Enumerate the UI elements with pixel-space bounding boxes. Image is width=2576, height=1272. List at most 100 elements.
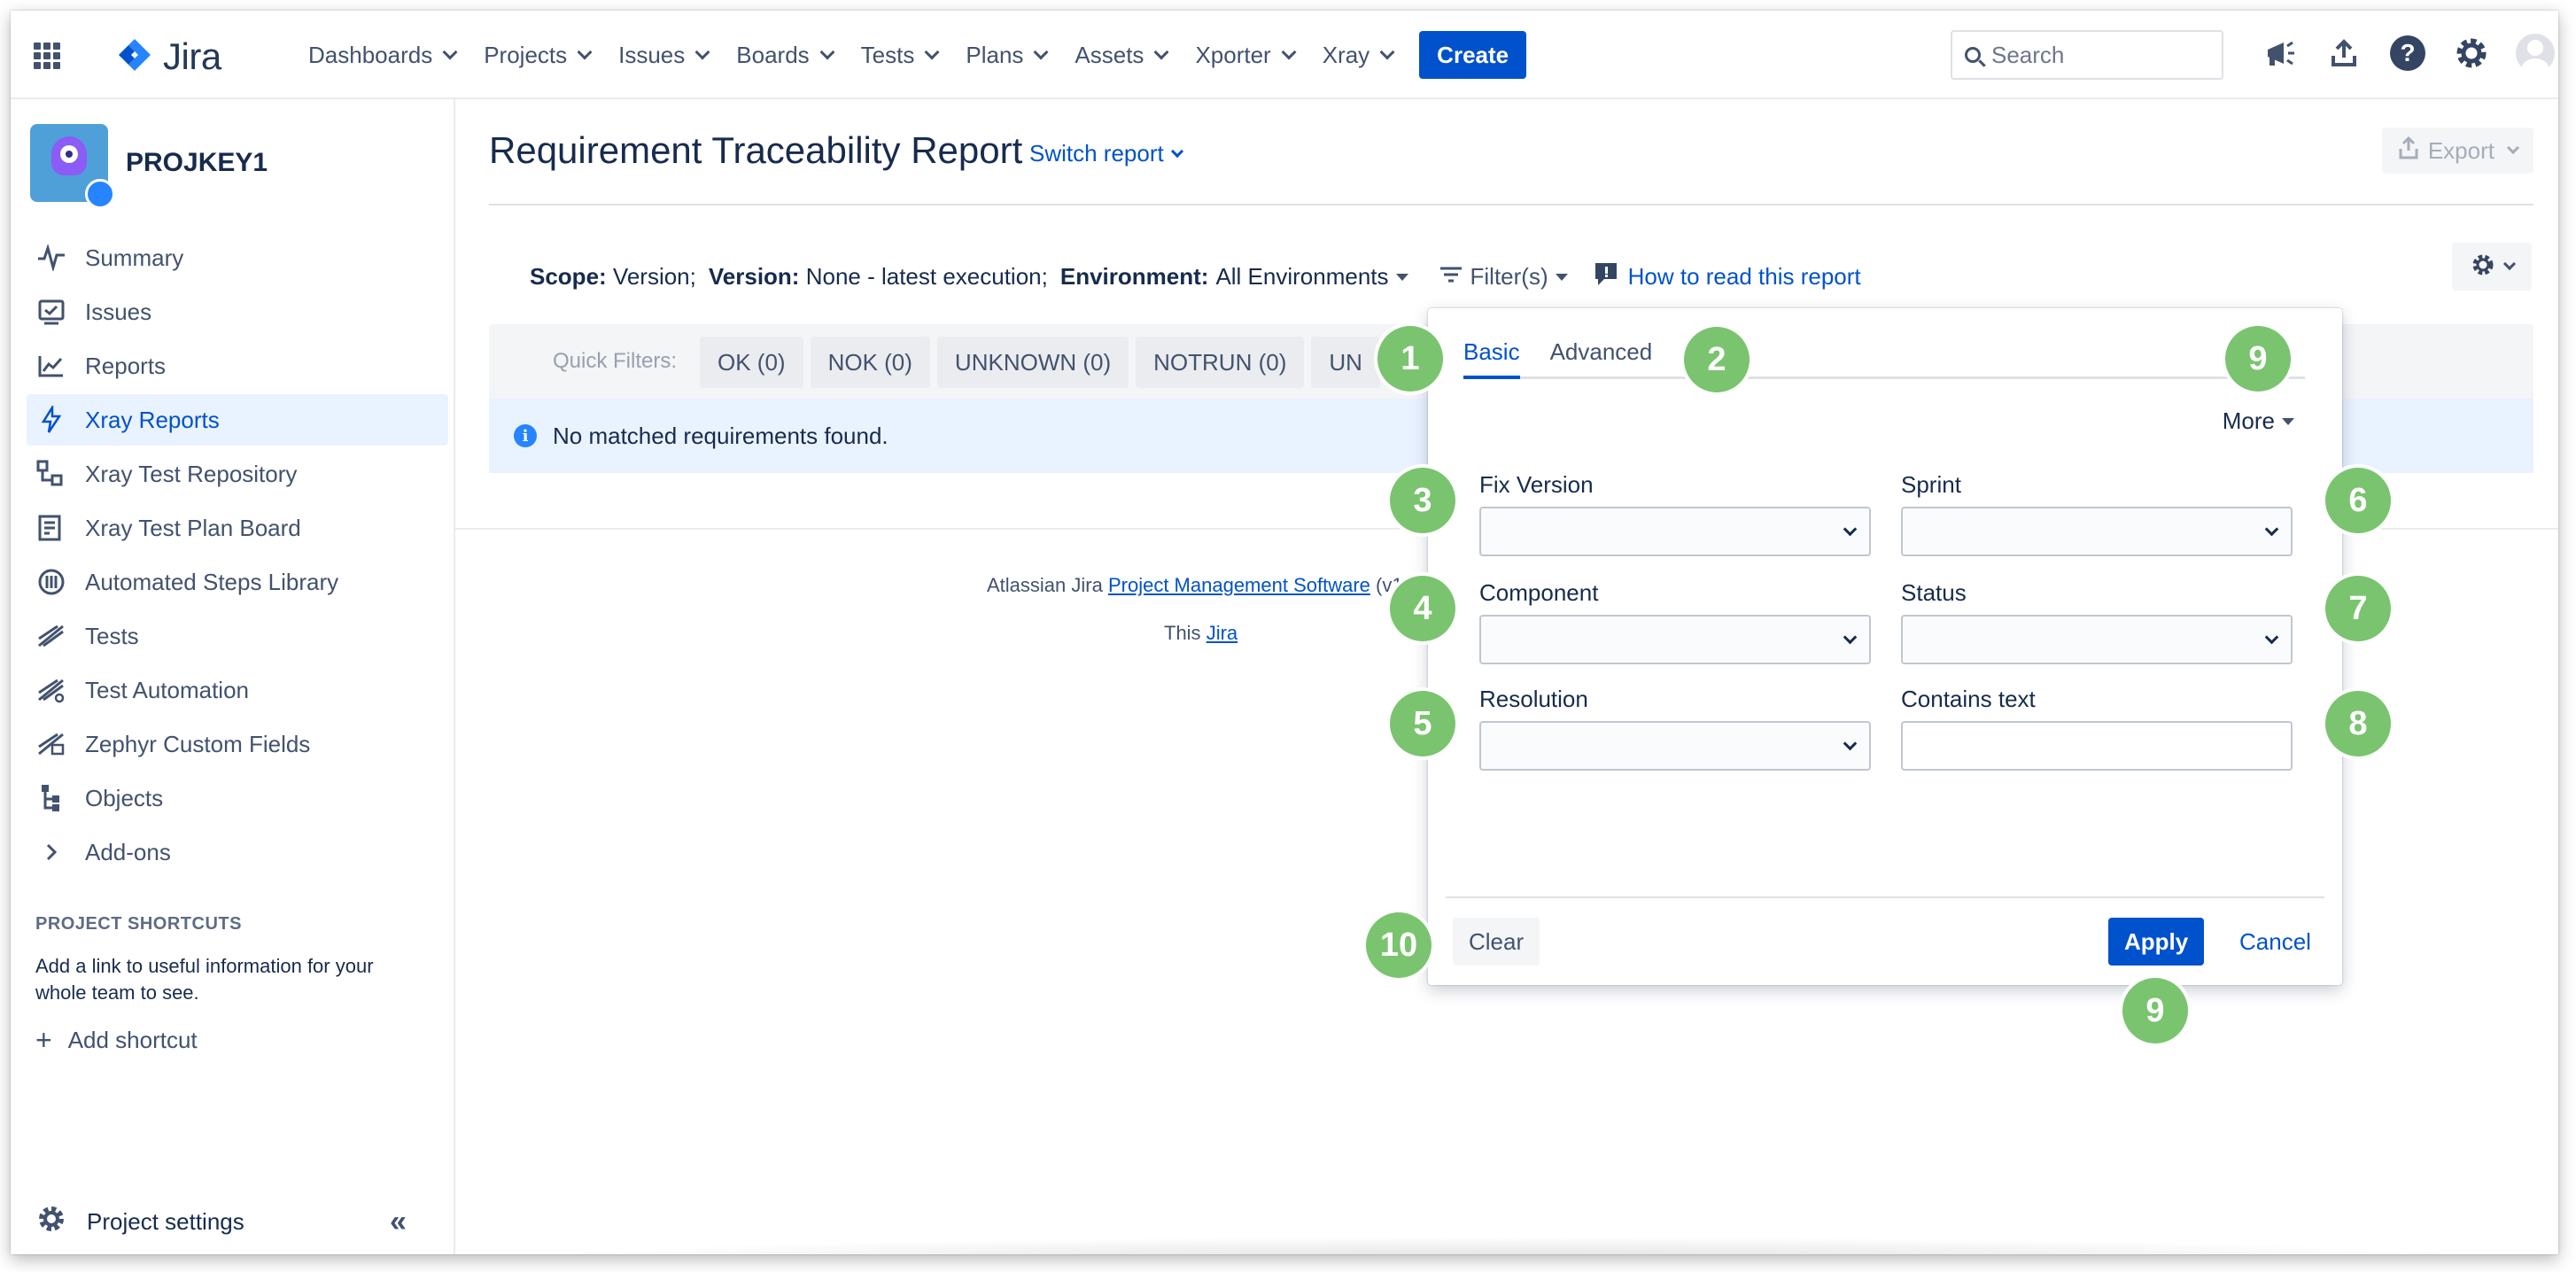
- zephyr-icon: [35, 728, 67, 760]
- sidebar-item-label: Reports: [85, 352, 167, 379]
- menu-label: Assets: [1075, 41, 1144, 68]
- sidebar-item-label: Xray Test Repository: [85, 460, 298, 487]
- brand-name: Jira: [163, 35, 221, 77]
- status-label: Status: [1901, 579, 1967, 606]
- switch-report-link[interactable]: Switch report: [1029, 140, 1183, 167]
- top-navigation: Jira Dashboards Projects Issues Boards T…: [11, 11, 2558, 99]
- menu-assets[interactable]: Assets: [1060, 28, 1181, 81]
- menu-boards[interactable]: Boards: [722, 28, 846, 81]
- contains-text-label: Contains text: [1901, 686, 2036, 712]
- sidebar-item-label: Add-ons: [85, 838, 171, 865]
- sidebar-item-label: Issues: [85, 298, 152, 325]
- notifications-icon[interactable]: [2261, 34, 2300, 73]
- clear-button[interactable]: Clear: [1453, 918, 1540, 966]
- chevron-down-icon: [1170, 144, 1183, 158]
- sidebar-item-tests[interactable]: Tests: [27, 610, 448, 662]
- app-switcher-icon[interactable]: [34, 43, 60, 69]
- component-label: Component: [1479, 579, 1599, 606]
- apply-button[interactable]: Apply: [2108, 918, 2205, 966]
- footer-link[interactable]: Project Management Software: [1108, 574, 1370, 596]
- gear-icon: [35, 1203, 67, 1241]
- chevron-down-icon: [2264, 522, 2279, 537]
- sidebar-item-xray-test-plan-board[interactable]: Xray Test Plan Board: [27, 502, 448, 554]
- component-select[interactable]: [1479, 615, 1871, 664]
- status-select[interactable]: [1901, 615, 2293, 664]
- collapse-sidebar-icon[interactable]: «: [390, 1205, 407, 1239]
- footer-text: This: [1164, 622, 1201, 644]
- project-settings-link[interactable]: Project settings: [35, 1203, 244, 1241]
- info-icon: i: [514, 424, 537, 447]
- menu-label: Tests: [860, 41, 915, 68]
- menu-xporter[interactable]: Xporter: [1181, 28, 1307, 81]
- sidebar-item-automated-steps-library[interactable]: Automated Steps Library: [27, 556, 448, 608]
- menu-dashboards[interactable]: Dashboards: [294, 28, 469, 81]
- sidebar-item-objects[interactable]: Objects: [27, 772, 448, 824]
- menu-projects[interactable]: Projects: [469, 28, 604, 81]
- how-to-read-link[interactable]: How to read this report: [1593, 260, 1861, 293]
- test-plan-board-icon: [35, 512, 67, 544]
- callout-marker: 3: [1390, 468, 1455, 533]
- sidebar-item-label: Zephyr Custom Fields: [85, 730, 311, 757]
- contains-text-field: Contains text: [1901, 686, 2293, 771]
- divider: [489, 204, 2533, 206]
- chevron-down-icon: [924, 44, 940, 60]
- sprint-field: Sprint: [1901, 471, 2293, 556]
- sidebar-item-reports[interactable]: Reports: [27, 340, 448, 392]
- sidebar-item-summary[interactable]: Summary: [27, 232, 448, 283]
- search-input[interactable]: Search: [1951, 30, 2223, 80]
- report-settings-button[interactable]: [2452, 243, 2532, 291]
- filter-icon: [1439, 263, 1463, 291]
- environment-selector[interactable]: Environment: All Environments: [1060, 263, 1408, 291]
- jira-logo[interactable]: Jira: [115, 35, 221, 78]
- sidebar: PROJKEY1 Summary Issues Reports Xray Rep…: [11, 99, 455, 1254]
- export-button[interactable]: Export: [2381, 128, 2533, 174]
- resolution-select[interactable]: [1479, 721, 1871, 771]
- issues-icon: [35, 296, 67, 328]
- test-repository-icon: [35, 458, 67, 490]
- test-automation-icon: [35, 674, 67, 706]
- menu-issues[interactable]: Issues: [604, 28, 722, 81]
- menu-label: Xray: [1322, 41, 1370, 68]
- chevron-down-icon: [577, 44, 593, 60]
- upload-icon[interactable]: [2324, 34, 2363, 73]
- tab-basic[interactable]: Basic: [1463, 338, 1520, 379]
- menu-label: Plans: [966, 41, 1024, 68]
- tab-advanced[interactable]: Advanced: [1550, 338, 1653, 379]
- chevron-down-icon: [2502, 257, 2517, 271]
- settings-icon[interactable]: [2452, 34, 2491, 73]
- menu-tests[interactable]: Tests: [847, 28, 952, 81]
- quick-filter-unknown[interactable]: UNKNOWN (0): [936, 337, 1129, 388]
- environment-value: All Environments: [1215, 263, 1389, 290]
- filters-button[interactable]: Filter(s): [1439, 263, 1568, 291]
- menu-plans[interactable]: Plans: [951, 28, 1060, 81]
- chevron-right-icon: [35, 836, 67, 868]
- quick-filter-notrun[interactable]: NOTRUN (0): [1136, 337, 1305, 388]
- chevron-down-icon: [1379, 44, 1395, 60]
- fix-version-label: Fix Version: [1479, 471, 1594, 498]
- more-dropdown[interactable]: More: [2223, 407, 2294, 435]
- sidebar-item-xray-reports[interactable]: Xray Reports: [27, 394, 448, 446]
- create-button[interactable]: Create: [1419, 31, 1527, 79]
- help-icon[interactable]: ?: [2388, 34, 2427, 73]
- footer-link[interactable]: Jira: [1207, 622, 1238, 644]
- fix-version-select[interactable]: [1479, 507, 1871, 556]
- feedback-icon: [1593, 260, 1619, 293]
- sidebar-item-xray-test-repository[interactable]: Xray Test Repository: [27, 448, 448, 500]
- add-shortcut-link[interactable]: + Add shortcut: [35, 1024, 198, 1057]
- quick-filter-ok[interactable]: OK (0): [700, 337, 803, 388]
- sprint-select[interactable]: [1901, 507, 2293, 556]
- contains-text-input[interactable]: [1901, 721, 2293, 771]
- avatar[interactable]: [2516, 34, 2555, 73]
- sidebar-item-zephyr-custom-fields[interactable]: Zephyr Custom Fields: [27, 718, 448, 770]
- filters-label: Filter(s): [1470, 263, 1548, 290]
- sidebar-item-add-ons[interactable]: Add-ons: [27, 826, 448, 878]
- quick-filter-partial[interactable]: UN: [1311, 337, 1380, 388]
- menu-xray[interactable]: Xray: [1308, 28, 1407, 81]
- sidebar-item-test-automation[interactable]: Test Automation: [27, 664, 448, 716]
- cancel-button[interactable]: Cancel: [2229, 918, 2322, 966]
- search-icon: [1965, 47, 1981, 63]
- sidebar-item-issues[interactable]: Issues: [27, 286, 448, 337]
- menu-label: Boards: [736, 41, 810, 68]
- project-header[interactable]: PROJKEY1: [30, 124, 268, 209]
- quick-filter-nok[interactable]: NOK (0): [810, 337, 930, 388]
